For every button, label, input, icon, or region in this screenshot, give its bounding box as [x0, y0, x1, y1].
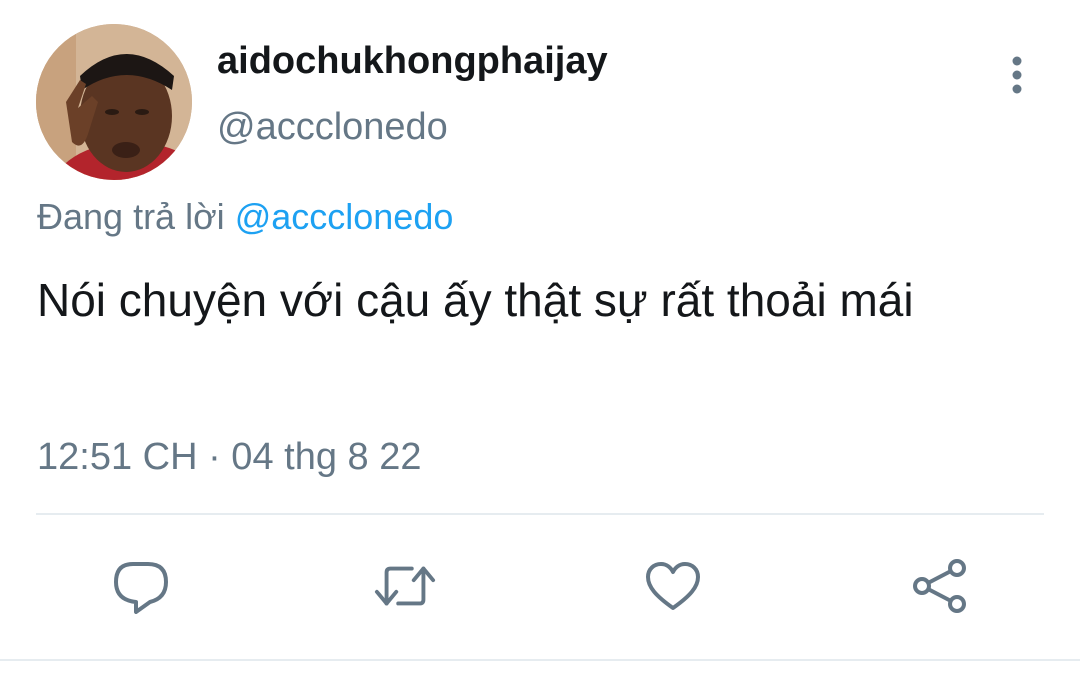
- divider: [36, 513, 1044, 515]
- share-icon: [913, 559, 966, 613]
- user-handle[interactable]: @accclonedo: [217, 102, 448, 152]
- more-vertical-icon: [1012, 56, 1022, 94]
- more-options-button[interactable]: [998, 52, 1036, 98]
- divider: [0, 659, 1080, 661]
- heart-icon: [646, 562, 700, 610]
- tweet-timestamp[interactable]: 12:51 CH · 04 thg 8 22: [37, 432, 421, 482]
- avatar[interactable]: [36, 24, 192, 180]
- replying-to: Đang trả lời @accclonedo: [37, 193, 453, 241]
- avatar-image: [36, 24, 192, 180]
- like-button[interactable]: [641, 556, 705, 616]
- replying-to-label: Đang trả lời: [37, 196, 225, 237]
- retweet-button[interactable]: [373, 556, 437, 616]
- tweet-text: Nói chuyện với cậu ấy thật sự rất thoải …: [37, 274, 914, 326]
- tweet-detail: aidochukhongphaijay @accclonedo Đang trả…: [0, 0, 1080, 678]
- share-button[interactable]: [907, 556, 971, 616]
- reply-button[interactable]: [109, 556, 173, 616]
- display-name[interactable]: aidochukhongphaijay: [217, 36, 608, 86]
- retweet-icon: [374, 566, 436, 606]
- replying-to-mention[interactable]: @accclonedo: [235, 196, 454, 237]
- comment-icon: [114, 562, 168, 614]
